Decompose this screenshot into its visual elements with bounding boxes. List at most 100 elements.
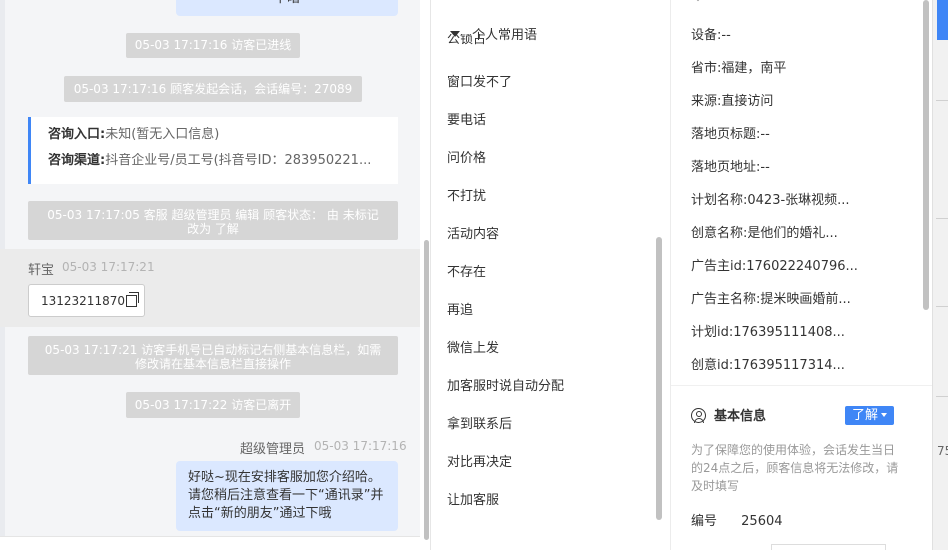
section-icon [693,0,703,2]
edit-notice-text: 为了保障您的使用体验，会话发生当日的24点之后，顾客信息将无法修改，请及时填写 [691,443,899,493]
phrase-item[interactable]: 窗口发不了 [447,71,512,90]
info-field-label: 广告主名称: [691,292,761,307]
info-field-label: 落地页地址: [691,160,761,175]
info-field-device: 设备:-- [691,24,731,43]
info-field-region: 省市:福建，南平 [691,57,786,76]
customer-number-row: 编号 25604 [691,510,783,529]
phrase-item[interactable]: 让加客服 [447,489,499,508]
phrase-item[interactable]: 问价格 [447,147,486,166]
info-field-creative-name: 创意名称:是他们的婚礼... [691,222,838,241]
caret-down-icon [881,413,887,417]
info-field-source: 来源:直接访问 [691,90,773,109]
background-divider [936,306,948,307]
visitor-phone-text: 13123211870 [41,294,125,308]
info-field-advertiser-id: 广告主id:176022240796... [691,255,858,274]
basic-info-title-text: 基本信息 [714,409,767,424]
background-page-strip [932,0,948,550]
background-number: 75 [937,444,948,458]
info-field-label: 落地页标题: [691,127,761,142]
visitor-message-time: 05-03 17:17:21 [62,260,155,274]
phrase-item[interactable]: 再追 [447,299,473,318]
info-field-label: 省市: [691,61,722,76]
info-field-label: 创意名称: [691,226,748,241]
info-field-plan-id: 计划id:176395111408... [691,321,845,340]
visitor-name: 轩宝 [28,263,55,278]
background-accent-block [937,0,948,40]
info-field-label: 创意id: [691,358,734,373]
agent-message-line: 请您稍后注意查看一下“通讯录”并 [188,488,384,503]
info-field-value: 176022240796... [746,259,858,274]
phrases-group-title: 个人常用语 [472,28,538,43]
collapse-triangle-icon [450,31,460,37]
section-divider [671,385,932,386]
background-divider [936,100,948,101]
agent-message-time: 05-03 17:17:16 [314,439,407,453]
customer-status-label: 了解 [851,408,878,423]
info-field-label: 计划id: [691,325,734,340]
previous-agent-bubble-text: 下暗 [274,0,300,6]
info-field-label: 设备: [691,28,722,43]
phrase-item[interactable]: 不存在 [447,261,486,280]
consult-channel-value: 抖音企业号/员工号(抖音号ID：283950221... [105,153,372,168]
customer-number-label: 编号 [691,514,718,529]
copy-icon[interactable] [125,292,139,307]
system-message: 05-03 17:17:05 客服 超级管理员 编辑 顾客状态： 由 未标记 改… [28,201,398,240]
info-field-value: -- [721,28,731,43]
info-field-label: 计划名称: [691,193,748,208]
user-icon [691,408,706,423]
consult-entry-label: 咨询入口: [48,127,106,142]
previous-agent-bubble: 下暗 [176,0,398,16]
basic-info-title: 基本信息 [691,405,766,424]
system-message: 05-03 17:17:21 访客手机号已自动标记右侧基本信息栏，如需修改请在基… [28,336,398,375]
info-field-value: 0423-张琳视频... [747,193,850,208]
info-field-value: 176395117314... [733,358,845,373]
background-divider [936,396,948,397]
phrase-item[interactable]: 对比再决定 [447,451,512,470]
consult-channel-row: 咨询渠道:抖音企业号/员工号(抖音号ID：283950221... [48,153,393,179]
next-field-input-cut[interactable] [771,544,886,550]
agent-name: 超级管理员 [240,442,306,457]
customer-number-value: 25604 [741,514,783,529]
info-field-value: 直接访问 [721,94,774,109]
chat-panel: 下暗 05-03 17:17:16 访客已进线 05-03 17:17:16 顾… [0,0,420,550]
info-field-value: -- [760,160,770,175]
info-field-value: -- [760,127,770,142]
phrase-item[interactable]: 微信上发 [447,337,499,356]
info-field-landing-title: 落地页标题:-- [691,123,770,142]
consult-entry-row: 咨询入口:未知(暂无入口信息) [48,127,393,153]
visitor-phone-message: 13123211870 [28,284,145,317]
info-field-label: 来源: [691,94,722,109]
info-field-value: 提米映画婚前... [760,292,851,307]
chat-scrollbar[interactable] [424,240,429,540]
info-field-advertiser-name: 广告主名称:提米映画婚前... [691,288,851,307]
chat-input-toolbar[interactable] [0,536,420,550]
consult-info-card: 咨询入口:未知(暂无入口信息) 咨询渠道:抖音企业号/员工号(抖音号ID：283… [28,117,398,184]
common-phrases-panel: 公锁占 个人常用语 窗口发不了 要电话 问价格 不打扰 活动内容 不存在 再追 … [430,0,668,550]
consult-entry-value: 未知(暂无入口信息) [105,127,220,142]
info-field-plan-name: 计划名称:0423-张琳视频... [691,189,850,208]
phrase-item[interactable]: 加客服时说自动分配 [447,375,564,394]
agent-message-line: 好哒~现在安排客服加您介绍哈。 [188,470,381,485]
info-field-value: 福建，南平 [721,61,787,76]
system-message: 05-03 17:17:22 访客已离开 [126,392,300,418]
customer-status-dropdown[interactable]: 了解 [845,406,894,425]
background-divider [936,218,948,219]
agent-message-line: 点击“新的朋友”通过下哦 [188,506,332,521]
info-scrollbar[interactable] [923,0,929,310]
info-field-value: 176395111408... [733,325,845,340]
system-message: 05-03 17:17:16 访客已进线 [126,33,300,58]
info-field-label: 广告主id: [691,259,747,274]
info-field-landing-url: 落地页地址:-- [691,156,770,175]
phrases-scrollbar[interactable] [656,237,662,520]
phrase-item[interactable]: 活动内容 [447,223,499,242]
phrase-item[interactable]: 要电话 [447,109,486,128]
system-message: 05-03 17:17:16 顾客发起会话，会话编号：27089 [64,76,362,102]
info-section-header-cut [691,0,781,4]
phrase-item[interactable]: 不打扰 [447,185,486,204]
customer-info-panel: 设备:-- 省市:福建，南平 来源:直接访问 落地页标题:-- 落地页地址:--… [670,0,932,550]
phrases-group-header[interactable]: 个人常用语 [450,24,537,43]
info-field-creative-id: 创意id:176395117314... [691,354,845,373]
agent-message-bubble: 好哒~现在安排客服加您介绍哈。 请您稍后注意查看一下“通讯录”并 点击“新的朋友… [176,461,398,531]
info-field-value: 是他们的婚礼... [747,226,838,241]
phrase-item[interactable]: 拿到联系后 [447,413,512,432]
